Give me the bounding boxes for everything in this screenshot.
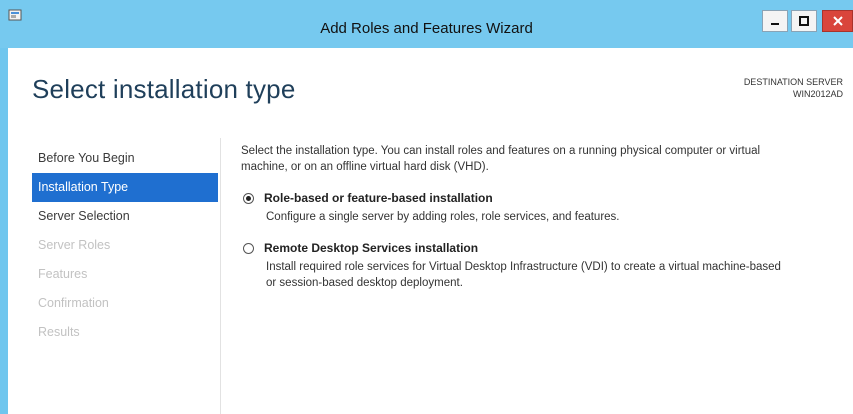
nav-item-installation-type[interactable]: Installation Type xyxy=(32,173,218,202)
nav-item-label: Server Roles xyxy=(38,238,111,252)
nav-divider xyxy=(220,138,221,414)
option-remote-desktop[interactable]: Remote Desktop Services installation Ins… xyxy=(241,239,841,291)
destination-server-name: WIN2012AD xyxy=(792,89,843,99)
option-label[interactable]: Role-based or feature-based installation xyxy=(264,191,493,205)
minimize-icon xyxy=(771,23,779,25)
option-description: Configure a single server by adding role… xyxy=(266,209,841,225)
nav-item-label: Server Selection xyxy=(38,209,130,223)
option-description: Install required role services for Virtu… xyxy=(266,259,841,291)
nav-item-label: Confirmation xyxy=(38,296,109,310)
destination-label: DESTINATION SERVER xyxy=(743,77,843,87)
wizard-window: Add Roles and Features Wizard Select ins… xyxy=(0,0,853,414)
nav-item-results: Results xyxy=(32,318,218,347)
nav-item-label: Installation Type xyxy=(38,180,129,194)
intro-line-1: Select the installation type. You can in… xyxy=(241,145,761,157)
nav-item-features: Features xyxy=(32,260,218,289)
option-role-based[interactable]: Role-based or feature-based installation… xyxy=(241,189,841,225)
title-bar[interactable]: Add Roles and Features Wizard xyxy=(0,0,853,48)
maximize-button[interactable] xyxy=(791,10,817,32)
destination-server-info: DESTINATION SERVER WIN2012AD xyxy=(744,76,843,100)
option-description-line-1: Configure a single server by adding role… xyxy=(266,211,620,223)
content-panel: Select the installation type. You can in… xyxy=(241,143,841,291)
nav-item-server-selection[interactable]: Server Selection xyxy=(32,202,218,231)
nav-item-label: Before You Begin xyxy=(38,151,135,165)
page-title: Select installation type xyxy=(32,74,296,104)
option-label[interactable]: Remote Desktop Services installation xyxy=(264,241,478,255)
nav-item-before-you-begin[interactable]: Before You Begin xyxy=(32,144,218,173)
nav-item-label: Features xyxy=(38,267,88,281)
wizard-body: Select installation type DESTINATION SER… xyxy=(8,48,853,414)
option-description-line-1: Install required role services for Virtu… xyxy=(266,261,781,273)
close-icon xyxy=(832,16,843,26)
nav-item-label: Results xyxy=(38,325,80,339)
maximize-icon xyxy=(799,16,809,26)
wizard-nav: Before You Begin Installation Type Serve… xyxy=(32,144,218,347)
window-title: Add Roles and Features Wizard xyxy=(320,20,533,37)
minimize-button[interactable] xyxy=(762,10,788,32)
option-description-line-2: or session-based desktop deployment. xyxy=(266,277,463,289)
intro-line-2: machine, or on an offline virtual hard d… xyxy=(241,161,489,173)
nav-item-server-roles: Server Roles xyxy=(32,231,218,260)
nav-item-confirmation: Confirmation xyxy=(32,289,218,318)
radio-role-based[interactable] xyxy=(243,192,254,204)
close-button[interactable] xyxy=(822,10,853,32)
radio-remote-desktop[interactable] xyxy=(243,242,254,254)
intro-text: Select the installation type. You can in… xyxy=(241,143,841,175)
